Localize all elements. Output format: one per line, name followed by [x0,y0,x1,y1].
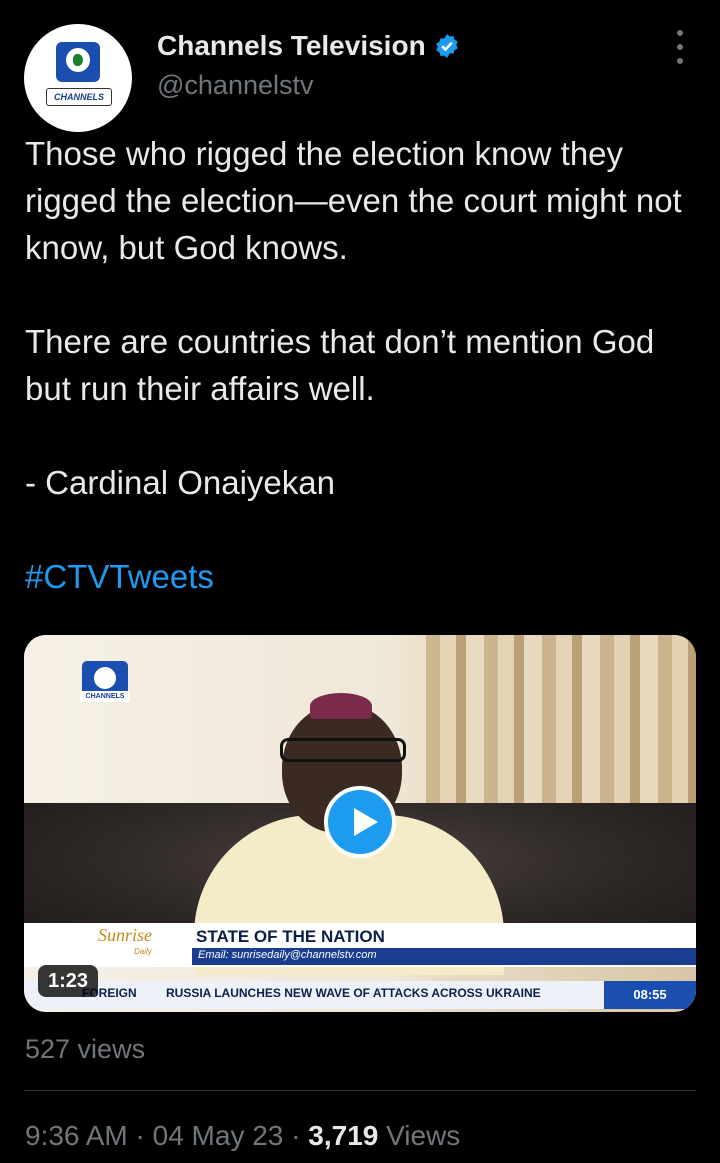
avatar-brand-text: CHANNELS [46,88,112,106]
divider [24,1090,696,1091]
meta-separator: · [127,1120,153,1151]
show-brand: Sunrise [98,925,152,945]
author-display-name[interactable]: Channels Television [157,30,426,62]
tweet-body: Those who rigged the election know they … [25,135,682,501]
view-label: Views [378,1120,461,1151]
channels-logo-text: CHANNELS [80,691,130,702]
tweet-time[interactable]: 9:36 AM [25,1120,128,1151]
ticker-time: 08:55 [604,981,696,1009]
video-player[interactable]: CHANNELS Sunrise Daily STATE OF THE NATI… [24,635,696,1012]
video-speaker-glasses [280,738,406,762]
tweet-date[interactable]: 04 May 23 [153,1120,284,1151]
tweet-text: Those who rigged the election know they … [25,130,695,600]
author-handle[interactable]: @channelstv [157,70,314,101]
hashtag-link[interactable]: #CTVTweets [25,558,214,595]
verified-badge-icon [435,34,458,58]
video-speaker-skullcap [310,693,372,719]
show-brand-sub: Daily [134,947,152,956]
lower-third-email: Email: sunrisedaily@channelstv.com [198,949,377,961]
ticker-headline: RUSSIA LAUNCHES NEW WAVE OF ATTACKS ACRO… [166,986,541,1000]
video-duration-badge: 1:23 [38,965,99,997]
play-icon[interactable] [324,786,396,858]
channels-globe-icon [56,42,100,82]
lower-third-title: STATE OF THE NATION [196,927,385,946]
author-name-row[interactable]: Channels Television [157,30,460,62]
view-count: 3,719 [308,1120,379,1151]
more-options-icon[interactable] [668,30,692,64]
video-views: 527 views [25,1034,146,1064]
tweet-meta: 9:36 AM · 04 May 23 · 3,719 Views [25,1120,460,1152]
meta-separator: · [283,1120,309,1151]
avatar[interactable]: CHANNELS [24,24,132,132]
